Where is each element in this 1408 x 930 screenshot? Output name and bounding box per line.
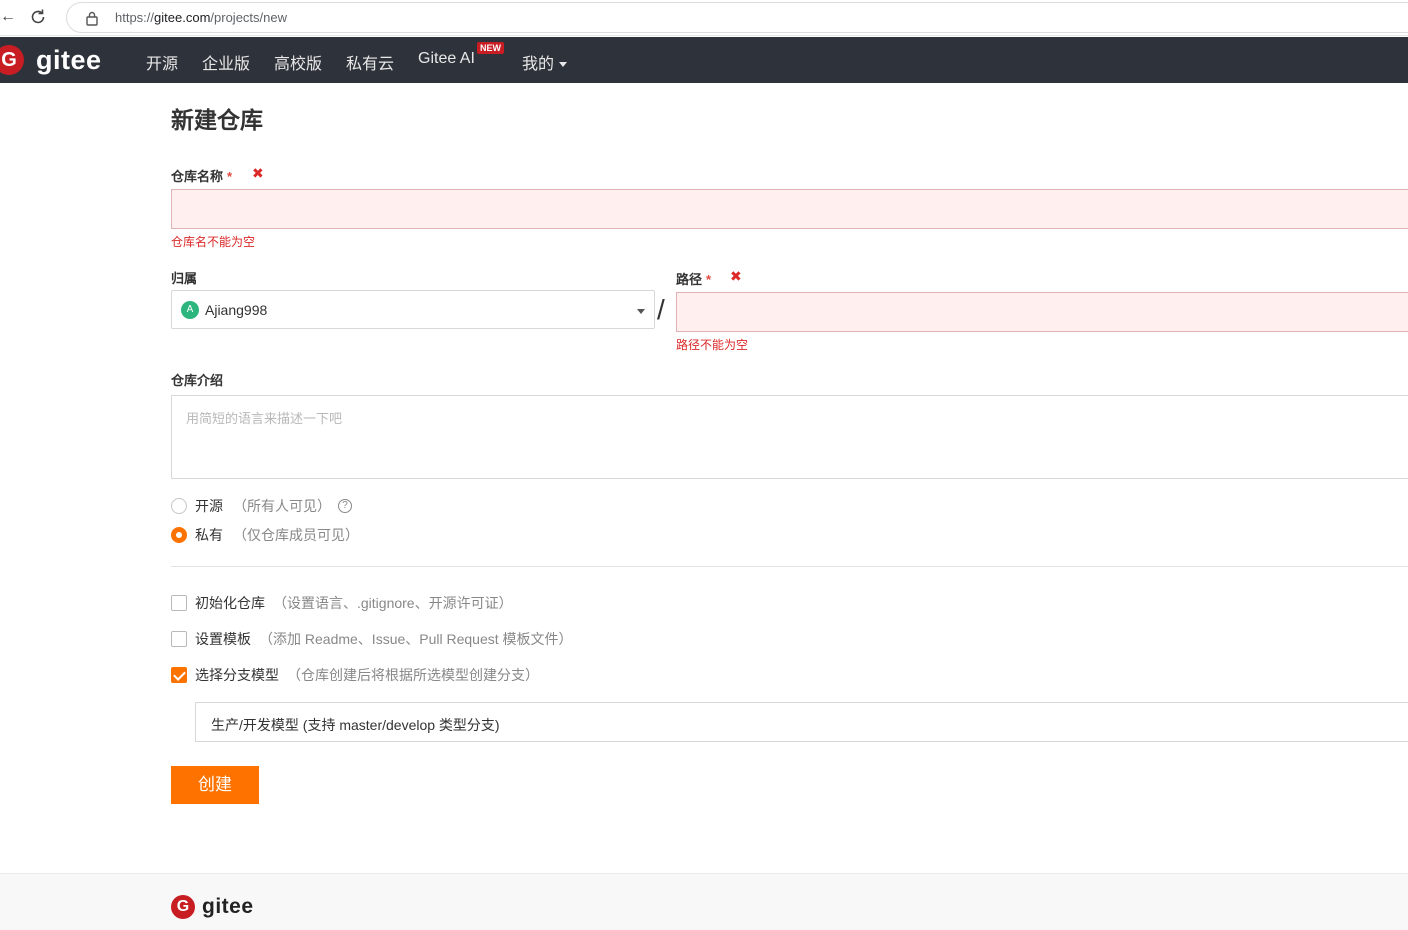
mine-label: 我的 xyxy=(522,56,555,73)
help-icon[interactable]: ? xyxy=(338,499,352,513)
nav-item-gitee-ai[interactable]: Gitee AI xyxy=(418,50,475,68)
owner-value: Ajiang998 xyxy=(205,302,268,318)
visibility-private-option[interactable]: 私有 （仅仓库成员可见） xyxy=(171,526,359,544)
path-label: 路径 * xyxy=(676,272,712,287)
visibility-public-option[interactable]: 开源 （所有人可见） ? xyxy=(171,497,352,515)
option-hint: （添加 Readme、Issue、Pull Request 模板文件） xyxy=(259,631,573,647)
option-hint: （设置语言、.gitignore、开源许可证） xyxy=(273,595,513,611)
nav-item-mine[interactable]: 我的 xyxy=(522,50,568,74)
url-text: https://gitee.com/projects/new xyxy=(115,10,287,25)
lock-icon[interactable] xyxy=(85,10,99,26)
chevron-down-icon xyxy=(559,62,568,68)
path-input[interactable] xyxy=(676,292,1408,332)
footer: G gitee xyxy=(0,873,1408,930)
nav-item-education[interactable]: 高校版 xyxy=(274,50,322,74)
address-bar[interactable]: https://gitee.com/projects/new xyxy=(66,2,1408,33)
repo-name-input[interactable] xyxy=(171,189,1408,229)
gitee-logo[interactable]: G gitee xyxy=(0,44,102,76)
description-textarea[interactable]: 用简短的语言来描述一下吧 xyxy=(171,395,1408,479)
option-label: 选择分支模型 xyxy=(195,667,279,683)
required-mark: * xyxy=(706,272,712,287)
browser-toolbar: ← https://gitee.com/projects/new xyxy=(0,0,1408,36)
radio-public[interactable] xyxy=(171,498,187,514)
repo-name-label: 仓库名称 * xyxy=(171,169,233,184)
radio-private[interactable] xyxy=(171,527,187,543)
init-repo-option[interactable]: 初始化仓库 （设置语言、.gitignore、开源许可证） xyxy=(171,594,513,612)
reload-icon[interactable] xyxy=(28,7,48,27)
path-error: 路径不能为空 xyxy=(676,338,749,352)
required-mark: * xyxy=(227,169,233,184)
branch-model-checkbox[interactable] xyxy=(171,667,187,683)
path-separator: / xyxy=(657,294,665,325)
radio-label: 私有 xyxy=(195,527,223,543)
branch-model-select[interactable]: 生产/开发模型 (支持 master/develop 类型分支) xyxy=(195,702,1408,742)
option-hint: （仓库创建后将根据所选模型创建分支） xyxy=(287,667,539,683)
repo-name-error: 仓库名不能为空 xyxy=(171,235,256,249)
back-arrow-icon[interactable]: ← xyxy=(0,6,16,28)
page-title: 新建仓库 xyxy=(171,107,263,133)
branch-model-value: 生产/开发模型 (支持 master/develop 类型分支) xyxy=(211,717,500,733)
error-x-icon: ✖ xyxy=(730,268,742,284)
top-navbar: G gitee 开源 企业版 高校版 私有云 Gitee AI NEW 我的 xyxy=(0,37,1408,83)
radio-label: 开源 xyxy=(195,498,223,514)
divider xyxy=(171,566,1408,567)
footer-logo-text: gitee xyxy=(202,895,254,918)
create-button[interactable]: 创建 xyxy=(171,766,259,804)
logo-text: gitee xyxy=(36,44,102,75)
new-badge: NEW xyxy=(477,42,504,54)
template-option[interactable]: 设置模板 （添加 Readme、Issue、Pull Request 模板文件） xyxy=(171,630,573,648)
option-label: 初始化仓库 xyxy=(195,595,265,611)
radio-hint: （仅仓库成员可见） xyxy=(233,527,359,543)
gitee-logo-icon: G xyxy=(171,895,195,919)
template-checkbox[interactable] xyxy=(171,631,187,647)
footer-logo[interactable]: G gitee xyxy=(171,895,254,919)
description-placeholder: 用简短的语言来描述一下吧 xyxy=(186,411,343,426)
option-label: 设置模板 xyxy=(195,631,251,647)
nav-item-open-source[interactable]: 开源 xyxy=(146,50,178,74)
nav-item-private-cloud[interactable]: 私有云 xyxy=(346,50,394,74)
avatar: A xyxy=(181,301,199,319)
branch-model-option[interactable]: 选择分支模型 （仓库创建后将根据所选模型创建分支） xyxy=(171,666,539,684)
error-x-icon: ✖ xyxy=(252,165,264,181)
nav-item-enterprise[interactable]: 企业版 xyxy=(202,50,250,74)
gitee-logo-icon: G xyxy=(0,45,24,75)
chevron-down-icon xyxy=(637,309,645,314)
radio-hint: （所有人可见） xyxy=(233,498,331,514)
init-repo-checkbox[interactable] xyxy=(171,595,187,611)
owner-select[interactable]: A Ajiang998 xyxy=(171,290,655,329)
description-label: 仓库介绍 xyxy=(171,373,224,388)
owner-label: 归属 xyxy=(171,271,198,286)
